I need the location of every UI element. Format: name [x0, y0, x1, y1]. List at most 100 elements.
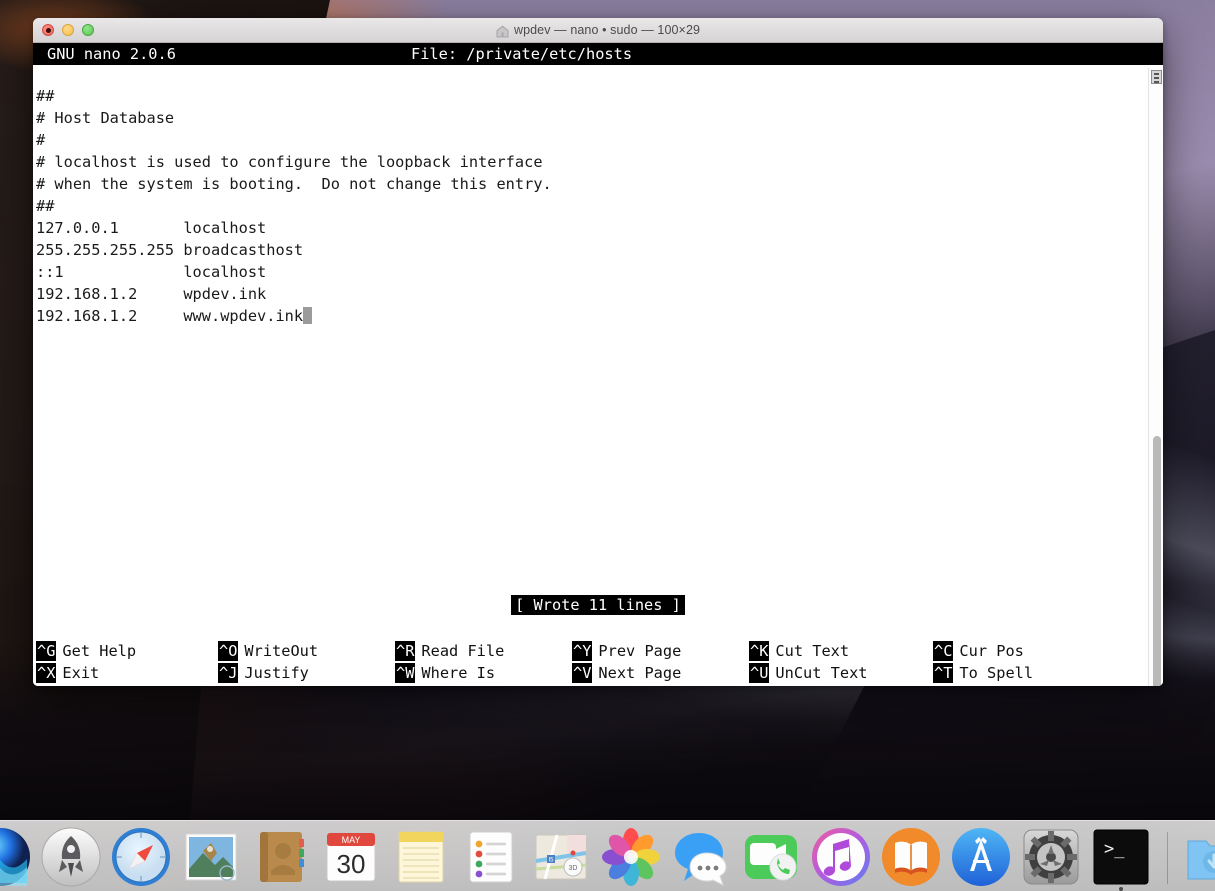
- shortcut-key: ^U: [749, 663, 769, 683]
- window-controls: [33, 24, 94, 36]
- home-folder-icon: [496, 25, 509, 38]
- dock-item-contacts[interactable]: [251, 827, 311, 887]
- shortcut-next-page[interactable]: ^VNext Page: [572, 662, 749, 684]
- code-line: ::1 localhost: [36, 261, 1163, 283]
- shortcut-label: Justify: [238, 663, 308, 683]
- dock-item-safari[interactable]: [111, 827, 171, 887]
- system-preferences-icon[interactable]: [1021, 827, 1081, 887]
- shortcut-read-file[interactable]: ^RRead File: [395, 640, 572, 662]
- svg-text:>_: >_: [1104, 839, 1125, 859]
- svg-text:3D: 3D: [569, 865, 578, 872]
- code-line: ##: [36, 85, 1163, 107]
- code-line: 192.168.1.2 wpdev.ink: [36, 283, 1163, 305]
- dock-item-messages[interactable]: [671, 827, 731, 887]
- code-line: # localhost is used to configure the loo…: [36, 151, 1163, 173]
- code-line: 255.255.255.255 broadcasthost: [36, 239, 1163, 261]
- siri-icon[interactable]: [0, 827, 31, 887]
- shortcut-key: ^V: [572, 663, 592, 683]
- launchpad-icon[interactable]: [41, 827, 101, 887]
- shortcut-key: ^K: [749, 641, 769, 661]
- nano-shortcut-bar: ^GGet Help^OWriteOut^RRead File^YPrev Pa…: [33, 638, 1163, 686]
- dock-item-mail[interactable]: [181, 827, 241, 887]
- terminal-content[interactable]: GNU nano 2.0.6 File: /private/etc/hosts …: [33, 43, 1163, 686]
- dock-item-facetime[interactable]: [741, 827, 801, 887]
- dock-item-app-store[interactable]: [951, 827, 1011, 887]
- dock-item-notes[interactable]: [391, 827, 451, 887]
- terminal-icon[interactable]: >_: [1091, 827, 1151, 887]
- contacts-icon[interactable]: [251, 827, 311, 887]
- shortcut-label: Prev Page: [592, 641, 681, 661]
- code-line: # Host Database: [36, 107, 1163, 129]
- shortcut-justify[interactable]: ^JJustify: [218, 662, 395, 684]
- ibooks-icon[interactable]: [881, 827, 941, 887]
- shortcut-key: ^R: [395, 641, 415, 661]
- shortcut-prev-page[interactable]: ^YPrev Page: [572, 640, 749, 662]
- shortcut-to-spell[interactable]: ^TTo Spell: [933, 662, 1113, 684]
- photos-icon[interactable]: [601, 827, 661, 887]
- code-line: ##: [36, 195, 1163, 217]
- shortcut-label: Read File: [415, 641, 504, 661]
- scrollbar-menu-icon[interactable]: [1151, 70, 1162, 84]
- nano-header-bar: GNU nano 2.0.6 File: /private/etc/hosts: [33, 43, 1163, 65]
- window-title-text: wpdev — nano • sudo — 100×29: [514, 23, 700, 37]
- close-button[interactable]: [42, 24, 54, 36]
- zoom-button[interactable]: [82, 24, 94, 36]
- itunes-icon[interactable]: [811, 827, 871, 887]
- shortcut-label: Get Help: [56, 641, 136, 661]
- dock-item-system-preferences[interactable]: [1021, 827, 1081, 887]
- downloads-folder-icon[interactable]: [1184, 827, 1215, 887]
- shortcut-key: ^W: [395, 663, 415, 683]
- dock-item-downloads[interactable]: [1184, 827, 1215, 887]
- maps-icon[interactable]: I5 3D: [531, 827, 591, 887]
- app-store-icon[interactable]: [951, 827, 1011, 887]
- notes-icon[interactable]: [391, 827, 451, 887]
- code-line: #: [36, 129, 1163, 151]
- shortcut-where-is[interactable]: ^WWhere Is: [395, 662, 572, 684]
- scrollbar-thumb[interactable]: [1153, 436, 1161, 686]
- dock-separator: [1167, 832, 1168, 884]
- svg-text:MAY: MAY: [342, 835, 361, 845]
- messages-icon[interactable]: [671, 827, 731, 887]
- dock-item-terminal[interactable]: >_: [1091, 827, 1151, 887]
- nano-editor-area[interactable]: ### Host Database## localhost is used to…: [33, 65, 1163, 594]
- reminders-icon[interactable]: [461, 827, 521, 887]
- shortcut-uncut-text[interactable]: ^UUnCut Text: [749, 662, 933, 684]
- shortcut-exit[interactable]: ^XExit: [36, 662, 218, 684]
- dock-item-reminders[interactable]: [461, 827, 521, 887]
- dock-item-ibooks[interactable]: [881, 827, 941, 887]
- terminal-scrollbar[interactable]: [1148, 68, 1163, 686]
- shortcut-writeout[interactable]: ^OWriteOut: [218, 640, 395, 662]
- window-titlebar[interactable]: wpdev — nano • sudo — 100×29: [33, 18, 1163, 43]
- nano-version-label: GNU nano 2.0.6: [47, 43, 176, 65]
- minimize-button[interactable]: [62, 24, 74, 36]
- dock-item-calendar[interactable]: MAY 30: [321, 827, 381, 887]
- code-line: # when the system is booting. Do not cha…: [36, 173, 1163, 195]
- dock-item-itunes[interactable]: [811, 827, 871, 887]
- terminal-window[interactable]: wpdev — nano • sudo — 100×29 GNU nano 2.…: [33, 18, 1163, 686]
- shortcut-label: UnCut Text: [769, 663, 867, 683]
- shortcut-cur-pos[interactable]: ^CCur Pos: [933, 640, 1113, 662]
- shortcut-cut-text[interactable]: ^KCut Text: [749, 640, 933, 662]
- calendar-icon[interactable]: MAY 30: [321, 827, 381, 887]
- text-cursor: [303, 307, 312, 324]
- mail-icon[interactable]: [181, 827, 241, 887]
- app-running-indicator: [1119, 887, 1123, 891]
- dock-item-launchpad[interactable]: [41, 827, 101, 887]
- shortcut-row-2: ^XExit^JJustify^WWhere Is^VNext Page^UUn…: [36, 662, 1163, 684]
- shortcut-label: Next Page: [592, 663, 681, 683]
- shortcut-key: ^G: [36, 641, 56, 661]
- shortcut-key: ^X: [36, 663, 56, 683]
- shortcut-label: Exit: [56, 663, 99, 683]
- safari-icon[interactable]: [111, 827, 171, 887]
- facetime-icon[interactable]: [741, 827, 801, 887]
- dock-item-maps[interactable]: I5 3D: [531, 827, 591, 887]
- dock[interactable]: MAY 30 I5 3D: [0, 820, 1215, 891]
- dock-item-siri[interactable]: [0, 827, 31, 887]
- shortcut-get-help[interactable]: ^GGet Help: [36, 640, 218, 662]
- svg-text:I5: I5: [548, 858, 554, 864]
- nano-status-row: [ Wrote 11 lines ]: [33, 594, 1163, 616]
- window-title: wpdev — nano • sudo — 100×29: [33, 23, 1163, 37]
- dock-item-photos[interactable]: [601, 827, 661, 887]
- shortcut-label: Cur Pos: [953, 641, 1023, 661]
- dock-items: MAY 30 I5 3D: [0, 827, 1215, 887]
